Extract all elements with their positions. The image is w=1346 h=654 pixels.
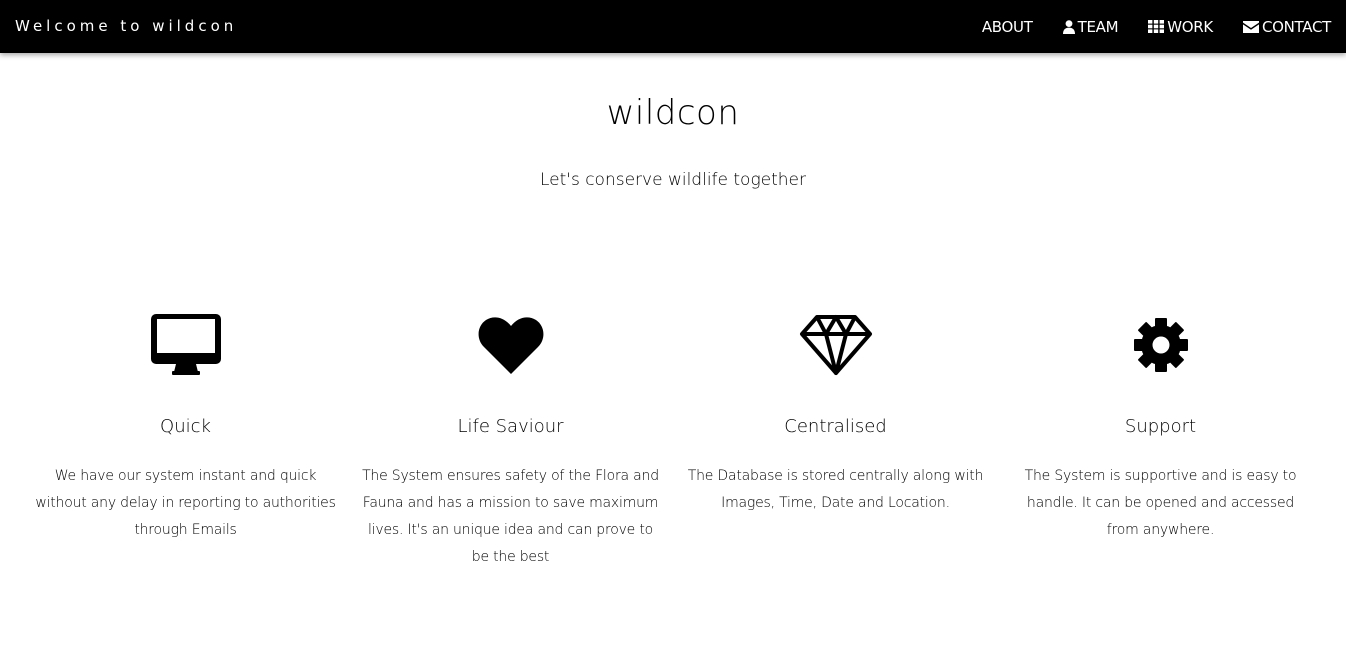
feature-text: The System is supportive and is easy to … bbox=[1024, 468, 1297, 538]
brand-link[interactable]: Welcome to wildcon bbox=[15, 17, 237, 35]
user-icon bbox=[1062, 19, 1075, 34]
page-title: wildcon bbox=[606, 93, 740, 133]
nav-about-link[interactable]: ABOUT bbox=[967, 0, 1048, 53]
feature-title: Support bbox=[1124, 416, 1197, 437]
feature-title: Life Saviour bbox=[457, 416, 564, 437]
feature-text: We have our system instant and quick wit… bbox=[35, 468, 336, 538]
feature-text: The System ensures safety of the Flora a… bbox=[362, 468, 659, 565]
nav-team-link[interactable]: TEAM bbox=[1048, 0, 1134, 53]
nav-work-link[interactable]: WORK bbox=[1133, 0, 1228, 53]
feature-title: Quick bbox=[160, 416, 211, 437]
feature-text: The Database is stored centrally along w… bbox=[687, 468, 984, 511]
gear-icon bbox=[1133, 318, 1188, 372]
heart-icon bbox=[478, 317, 543, 374]
nav-work-label: WORK bbox=[1167, 17, 1213, 36]
feature-quick: Quick We have our system instant and qui… bbox=[23, 312, 348, 571]
navbar: Welcome to wildcon ABOUT TEAM WORK CONTA… bbox=[0, 0, 1346, 53]
tagline: Let's conserve wildlife together bbox=[539, 170, 807, 190]
grid-icon bbox=[1148, 20, 1165, 33]
feature-title: Centralised bbox=[784, 416, 887, 437]
diamond-icon bbox=[799, 315, 872, 375]
envelope-icon bbox=[1242, 20, 1259, 33]
feature-life-saviour: Life Saviour The System ensures safety o… bbox=[348, 312, 673, 571]
nav-contact-label: CONTACT bbox=[1261, 17, 1331, 36]
nav-contact-link[interactable]: CONTACT bbox=[1228, 0, 1346, 53]
nav-team-label: TEAM bbox=[1077, 17, 1119, 36]
nav-about-label: ABOUT bbox=[981, 17, 1033, 36]
desktop-icon bbox=[150, 314, 221, 375]
nav-links: ABOUT TEAM WORK CONTACT bbox=[967, 0, 1346, 53]
feature-support: Support The System is supportive and is … bbox=[998, 312, 1323, 571]
feature-centralised: Centralised The Database is stored centr… bbox=[673, 312, 998, 571]
features-section: Quick We have our system instant and qui… bbox=[23, 312, 1323, 571]
